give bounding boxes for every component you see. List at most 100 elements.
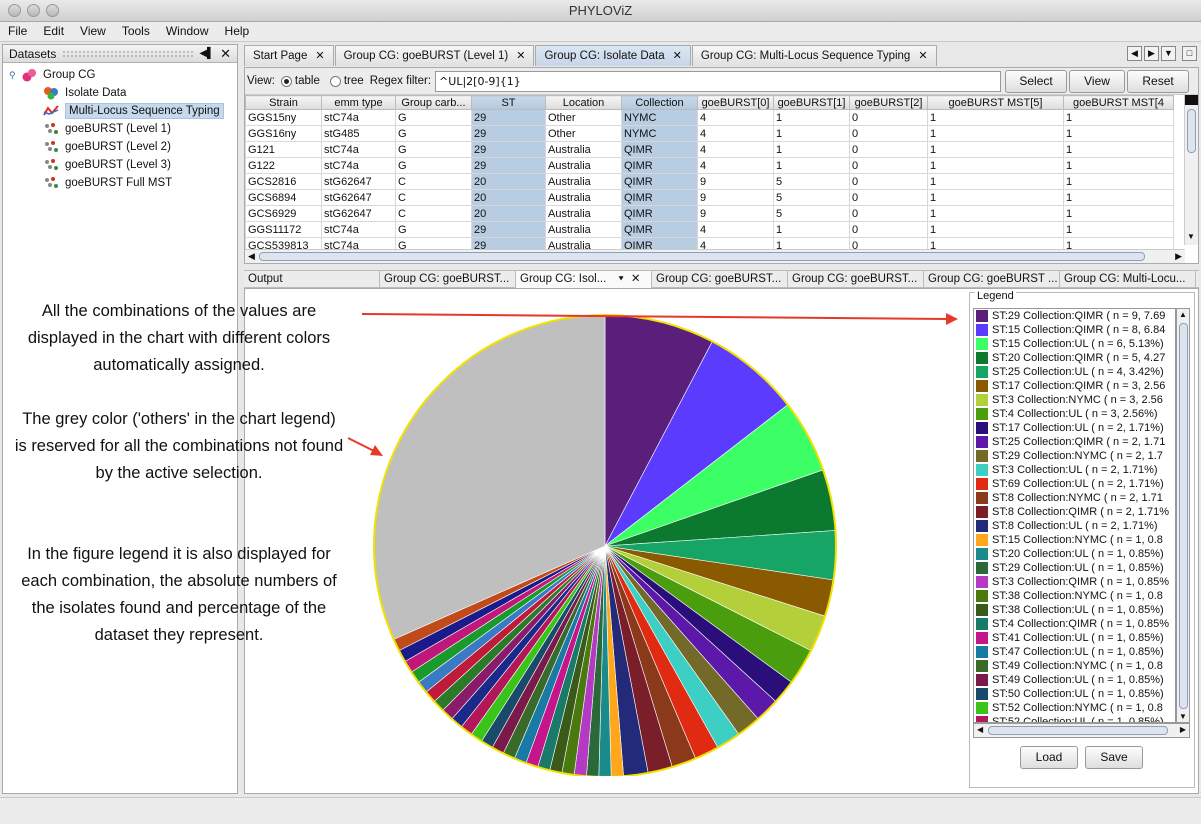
tree-item-goeburst-full-mst[interactable]: goeBURST Full MST (3, 174, 237, 192)
table-cell[interactable]: stG62647 (321, 189, 396, 206)
tab-right-icon[interactable]: ▶ (1144, 46, 1159, 61)
legend-item[interactable]: ST:38 Collection:NYMC ( n = 1, 0.8 (974, 589, 1175, 603)
table-cell[interactable]: stC74a (321, 109, 396, 126)
tab-list-icon[interactable]: ▼ (1161, 46, 1176, 61)
table-radio[interactable] (280, 75, 292, 87)
table-cell[interactable]: G (395, 109, 472, 126)
table-cell[interactable]: 29 (471, 141, 546, 158)
legend-item[interactable]: ST:17 Collection:UL ( n = 2, 1.71%) (974, 421, 1175, 435)
table-cell[interactable]: Australia (545, 221, 622, 238)
table-cell[interactable]: Other (545, 109, 622, 126)
legend-item[interactable]: ST:29 Collection:UL ( n = 1, 0.85%) (974, 561, 1175, 575)
scroll-down-icon[interactable]: ▼ (1187, 232, 1195, 241)
column-header[interactable]: Location (545, 95, 622, 110)
table-cell[interactable]: Australia (545, 189, 622, 206)
table-cell[interactable]: Australia (545, 157, 622, 174)
table-cell[interactable]: 29 (471, 157, 546, 174)
scroll-left-icon[interactable]: ◀ (248, 251, 255, 262)
menu-file[interactable]: File (0, 22, 35, 41)
table-cell[interactable]: 29 (471, 109, 546, 126)
menu-edit[interactable]: Edit (35, 22, 72, 41)
legend-horizontal-scrollbar[interactable]: ◀ ▶ (973, 723, 1190, 738)
tree-item-goeburst-1[interactable]: goeBURST (Level 1) (3, 120, 237, 138)
table-cell[interactable]: 5 (773, 189, 850, 206)
tab-start-page[interactable]: Start Page ✕ (244, 45, 334, 66)
table-cell[interactable]: 1 (1063, 125, 1174, 142)
tab-goeburst-level-1[interactable]: Group CG: goeBURST (Level 1) ✕ (334, 45, 535, 66)
scroll-up-icon[interactable]: ▲ (1179, 310, 1187, 319)
table-cell[interactable]: Australia (545, 173, 622, 190)
table-cell[interactable]: GGS15ny (245, 109, 322, 126)
table-cell[interactable]: Australia (545, 205, 622, 222)
table-cell[interactable]: NYMC (621, 109, 698, 126)
legend-item[interactable]: ST:3 Collection:QIMR ( n = 1, 0.85% (974, 575, 1175, 589)
legend-item[interactable]: ST:38 Collection:UL ( n = 1, 0.85%) (974, 603, 1175, 617)
legend-item[interactable]: ST:50 Collection:UL ( n = 1, 0.85%) (974, 687, 1175, 701)
table-cell[interactable]: C (395, 189, 472, 206)
table-cell[interactable]: GGS11172 (245, 221, 322, 238)
legend-item[interactable]: ST:8 Collection:QIMR ( n = 2, 1.71% (974, 505, 1175, 519)
table-cell[interactable]: 5 (773, 205, 850, 222)
column-header[interactable]: Collection (621, 95, 698, 110)
table-row[interactable]: G121 stC74a G 29 Australia QIMR 4 1 0 1 1 (245, 141, 1174, 158)
table-row[interactable]: GGS16ny stG485 G 29 Other NYMC 4 1 0 1 1 (245, 125, 1174, 142)
table-row[interactable]: GCS2816 stG62647 C 20 Australia QIMR 9 5 0 1 1 (245, 173, 1174, 190)
column-header[interactable]: goeBURST MST[4 (1063, 95, 1174, 110)
output-tab[interactable]: Group CG: goeBURST ... (924, 271, 1060, 288)
legend-item[interactable]: ST:49 Collection:UL ( n = 1, 0.85%) (974, 673, 1175, 687)
table-cell[interactable]: stG62647 (321, 205, 396, 222)
tree-item-isolate-data[interactable]: Isolate Data (3, 84, 237, 102)
column-header[interactable]: emm type (321, 95, 396, 110)
table-cell[interactable]: 20 (471, 173, 546, 190)
table-cell[interactable]: 4 (697, 109, 774, 126)
table-cell[interactable]: Other (545, 125, 622, 142)
menu-view[interactable]: View (72, 22, 114, 41)
legend-item[interactable]: ST:15 Collection:NYMC ( n = 1, 0.8 (974, 533, 1175, 547)
column-header[interactable]: Strain (245, 95, 322, 110)
table-row[interactable]: GGS11172 stC74a G 29 Australia QIMR 4 1 0 1 1 (245, 221, 1174, 238)
table-cell[interactable]: 0 (849, 173, 928, 190)
table-cell[interactable]: QIMR (621, 173, 698, 190)
legend-item[interactable]: ST:3 Collection:UL ( n = 2, 1.71%) (974, 463, 1175, 477)
table-row[interactable]: GGS15ny stC74a G 29 Other NYMC 4 1 0 1 1 (245, 109, 1174, 126)
table-cell[interactable]: C (395, 205, 472, 222)
scroll-left-icon[interactable]: ◀ (977, 725, 983, 734)
table-cell[interactable]: GCS2816 (245, 173, 322, 190)
legend-item[interactable]: ST:47 Collection:UL ( n = 1, 0.85%) (974, 645, 1175, 659)
table-cell[interactable]: 1 (927, 157, 1064, 174)
output-tab[interactable]: Group CG: goeBURST... (380, 271, 516, 288)
output-tab[interactable]: Group CG: goeBURST... (652, 271, 788, 288)
legend-item[interactable]: ST:20 Collection:UL ( n = 1, 0.85%) (974, 547, 1175, 561)
table-horizontal-scrollbar[interactable]: ◀ ▶ (245, 249, 1185, 263)
table-cell[interactable]: stC74a (321, 221, 396, 238)
legend-item[interactable]: ST:3 Collection:NYMC ( n = 3, 2.56 (974, 393, 1175, 407)
tree-item-goeburst-2[interactable]: goeBURST (Level 2) (3, 138, 237, 156)
legend-item[interactable]: ST:25 Collection:QIMR ( n = 2, 1.71 (974, 435, 1175, 449)
table-cell[interactable]: 0 (849, 205, 928, 222)
column-header[interactable]: Group carb... (395, 95, 472, 110)
table-cell[interactable]: 29 (471, 221, 546, 238)
legend-item[interactable]: ST:4 Collection:QIMR ( n = 1, 0.85% (974, 617, 1175, 631)
expand-toggle-icon[interactable]: ⚲ (9, 70, 21, 81)
menu-help[interactable]: Help (217, 22, 258, 41)
column-header[interactable]: ST (471, 95, 546, 110)
tab-mlst[interactable]: Group CG: Multi-Locus Sequence Typing ✕ (691, 45, 937, 66)
table-cell[interactable]: G (395, 157, 472, 174)
close-tab-icon[interactable]: ✕ (918, 46, 927, 66)
save-button[interactable]: Save (1085, 746, 1143, 769)
table-cell[interactable]: QIMR (621, 221, 698, 238)
reset-button[interactable]: Reset (1127, 69, 1190, 93)
table-cell[interactable]: stC74a (321, 157, 396, 174)
legend-item[interactable]: ST:29 Collection:NYMC ( n = 2, 1.7 (974, 449, 1175, 463)
table-cell[interactable]: 1 (927, 189, 1064, 206)
table-cell[interactable]: 1 (773, 125, 850, 142)
table-cell[interactable]: 1 (773, 141, 850, 158)
table-cell[interactable]: 4 (697, 141, 774, 158)
table-cell[interactable]: 4 (697, 221, 774, 238)
table-cell[interactable]: 20 (471, 189, 546, 206)
scroll-down-icon[interactable]: ▼ (1179, 712, 1187, 721)
scroll-thumb[interactable] (259, 252, 1145, 261)
table-cell[interactable]: QIMR (621, 205, 698, 222)
table-cell[interactable]: 20 (471, 205, 546, 222)
table-cell[interactable]: GCS6929 (245, 205, 322, 222)
